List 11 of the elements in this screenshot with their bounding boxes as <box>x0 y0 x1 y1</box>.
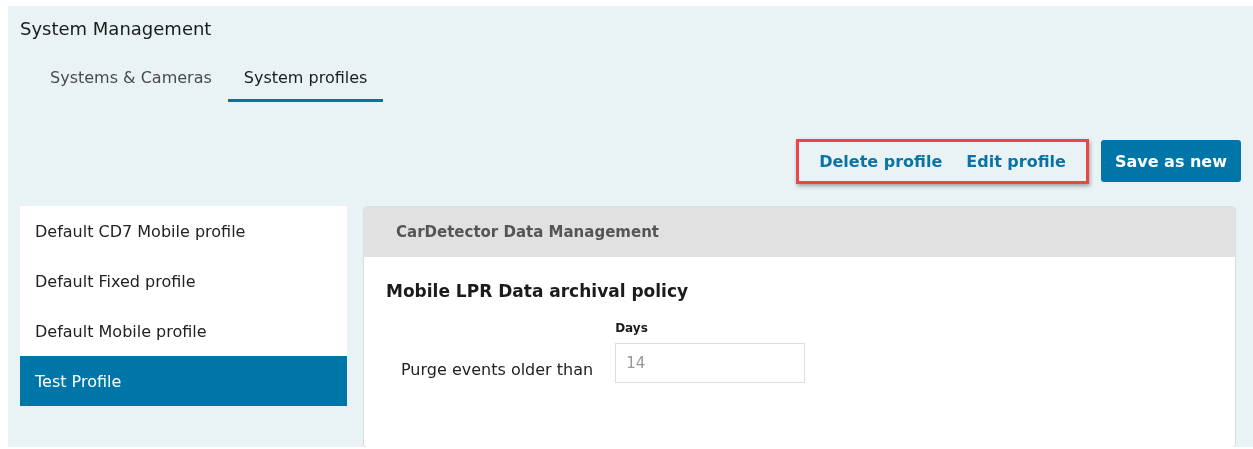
save-as-new-button[interactable]: Save as new <box>1100 140 1241 182</box>
tab[interactable]: Systems & Cameras <box>34 60 228 102</box>
page-title: System Management <box>20 18 213 41</box>
field-label: Purge events older than <box>400 360 594 381</box>
profile-item[interactable]: Test Profile <box>20 356 347 406</box>
column-label: Days <box>615 321 649 335</box>
section-title: Mobile LPR Data archival policy <box>386 281 690 301</box>
panel-header: CarDetector Data Management <box>364 207 1235 257</box>
action-link[interactable]: Edit profile <box>954 147 1078 175</box>
action-link[interactable]: Delete profile <box>807 147 955 175</box>
tab[interactable]: System profiles <box>227 60 384 102</box>
